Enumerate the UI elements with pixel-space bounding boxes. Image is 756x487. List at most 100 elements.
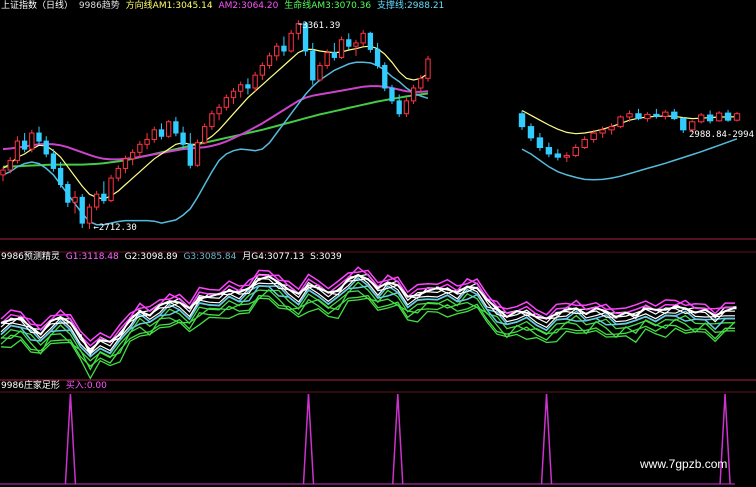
signal-panel-header: 9986庄家足形 买入:0.00 bbox=[1, 381, 110, 392]
oscillator-marker bbox=[78, 334, 82, 338]
candle-body-left bbox=[266, 55, 273, 66]
candle-body-left bbox=[374, 48, 381, 66]
candle-body-left bbox=[151, 129, 157, 140]
candle-body-left bbox=[166, 121, 172, 137]
candle-body-left bbox=[389, 87, 395, 102]
candle-body-left bbox=[194, 142, 201, 166]
candle-body-right bbox=[608, 126, 615, 131]
price-panel: 3361.39 ←2712.30 2988.84-2994.89 bbox=[0, 20, 756, 240]
buy-signal-spike bbox=[302, 393, 315, 485]
candle-body-left bbox=[418, 77, 424, 89]
readout-am1: 方向线AM1:3045.14 bbox=[125, 1, 213, 11]
candle-body-right bbox=[715, 112, 723, 122]
candlesticks bbox=[0, 20, 741, 229]
candle-body-left bbox=[130, 151, 136, 160]
candle-body-left bbox=[382, 64, 388, 89]
oscillator-marker bbox=[376, 286, 380, 290]
main-panel-header: 上证指数（日线） 9986趋势 方向线AM1:3045.14 AM2:3064.… bbox=[1, 1, 447, 12]
candle-body-left bbox=[115, 167, 121, 179]
candle-body-left bbox=[101, 193, 107, 202]
watermark: www.7gpzb.com bbox=[640, 457, 728, 471]
candle-body-left bbox=[274, 45, 280, 57]
signal-spikes bbox=[0, 393, 735, 485]
candle-body-left bbox=[259, 64, 265, 76]
candle-body-right bbox=[518, 113, 526, 128]
readout-am3: 生命线AM3:3070.36 bbox=[284, 1, 372, 11]
candle-body-right bbox=[536, 137, 544, 149]
candle-body-left bbox=[93, 193, 100, 208]
oscillator-marker bbox=[316, 286, 320, 290]
candle-body-left bbox=[144, 138, 150, 145]
oscillator-marker bbox=[435, 286, 439, 290]
candle-body-left bbox=[209, 113, 215, 128]
oscillator-panel-title: 9986预测精灵 bbox=[1, 252, 60, 262]
candle-body-left bbox=[43, 140, 49, 155]
candle-body-left bbox=[14, 140, 21, 161]
oscillator-marker bbox=[257, 277, 261, 281]
candle-body-right bbox=[671, 111, 678, 120]
candle-body-right bbox=[733, 113, 741, 121]
candle-body-left bbox=[65, 184, 71, 203]
oscillator-marker bbox=[495, 306, 499, 310]
candle-body-left bbox=[57, 167, 64, 186]
readout-g2: G2:3098.89 bbox=[124, 252, 178, 262]
support-line-right bbox=[521, 138, 738, 181]
candle-body-left bbox=[396, 100, 402, 115]
candle-body-left bbox=[367, 32, 374, 50]
buy-signal-spike bbox=[540, 393, 553, 485]
candle-body-left bbox=[173, 121, 179, 134]
candle-body-left bbox=[216, 106, 222, 115]
candle-body-left bbox=[21, 140, 28, 150]
oscillator-s-lines bbox=[0, 297, 735, 380]
readout-g1: G1:3118.48 bbox=[65, 252, 119, 262]
oscillator-marker bbox=[197, 296, 201, 300]
candle-body-left bbox=[72, 196, 78, 203]
candle-body-right bbox=[680, 118, 687, 131]
candle-body-left bbox=[158, 129, 165, 137]
candle-body-left bbox=[50, 153, 57, 169]
candle-body-left bbox=[281, 45, 287, 52]
candle-body-left bbox=[180, 132, 186, 145]
oscillator-marker bbox=[614, 315, 618, 319]
candle-body-left bbox=[410, 87, 417, 102]
readout-am2: AM2:3064.20 bbox=[218, 1, 279, 11]
candle-body-right bbox=[689, 121, 696, 131]
candle-body-left bbox=[202, 126, 208, 144]
am2-line-left bbox=[2, 85, 429, 161]
price-annotations: 3361.39 ←2712.30 2988.84-2994.89 bbox=[93, 21, 756, 233]
candle-body-left bbox=[7, 159, 13, 171]
candle-body-left bbox=[324, 52, 330, 66]
oscillator-g1-lines bbox=[0, 269, 735, 343]
candle-body-left bbox=[403, 100, 410, 115]
candle-body-left bbox=[108, 177, 114, 202]
candle-body-right bbox=[706, 114, 714, 122]
readout-s: S:3039 bbox=[310, 252, 342, 262]
candle-body-right bbox=[572, 147, 579, 157]
candle-body-right bbox=[653, 113, 660, 117]
am1-line-left bbox=[2, 45, 429, 200]
oscillator-panel-header: 9986预测精灵 G1:3118.48 G2:3098.89 G3:3085.8… bbox=[1, 252, 345, 263]
main-indicator-name: 9986趋势 bbox=[78, 1, 120, 11]
high-price-label: 3361.39 bbox=[302, 21, 340, 31]
candle-body-left bbox=[310, 50, 316, 81]
candle-body-left bbox=[346, 39, 352, 47]
oscillator-marker bbox=[673, 305, 677, 309]
candle-body-right bbox=[581, 138, 588, 149]
candle-body-right bbox=[697, 114, 705, 123]
candle-body-left bbox=[238, 84, 244, 92]
chart-canvas: 3361.39 ←2712.30 2988.84-2994.89 bbox=[0, 20, 756, 485]
candle-body-left bbox=[360, 32, 366, 44]
candle-body-right bbox=[724, 112, 732, 121]
readout-buy: 买入:0.00 bbox=[65, 381, 107, 391]
candle-body-right bbox=[662, 111, 669, 117]
candle-body-left bbox=[230, 90, 237, 99]
low-price-label: ←2712.30 bbox=[93, 223, 136, 233]
candle-body-left bbox=[122, 158, 129, 169]
candle-body-left bbox=[29, 132, 35, 150]
candle-body-right bbox=[590, 132, 597, 140]
candle-body-left bbox=[353, 42, 359, 47]
candle-body-left bbox=[79, 196, 85, 224]
candle-body-left bbox=[245, 84, 251, 89]
am3-line-left bbox=[2, 92, 429, 168]
oscillator-marker bbox=[19, 316, 23, 320]
